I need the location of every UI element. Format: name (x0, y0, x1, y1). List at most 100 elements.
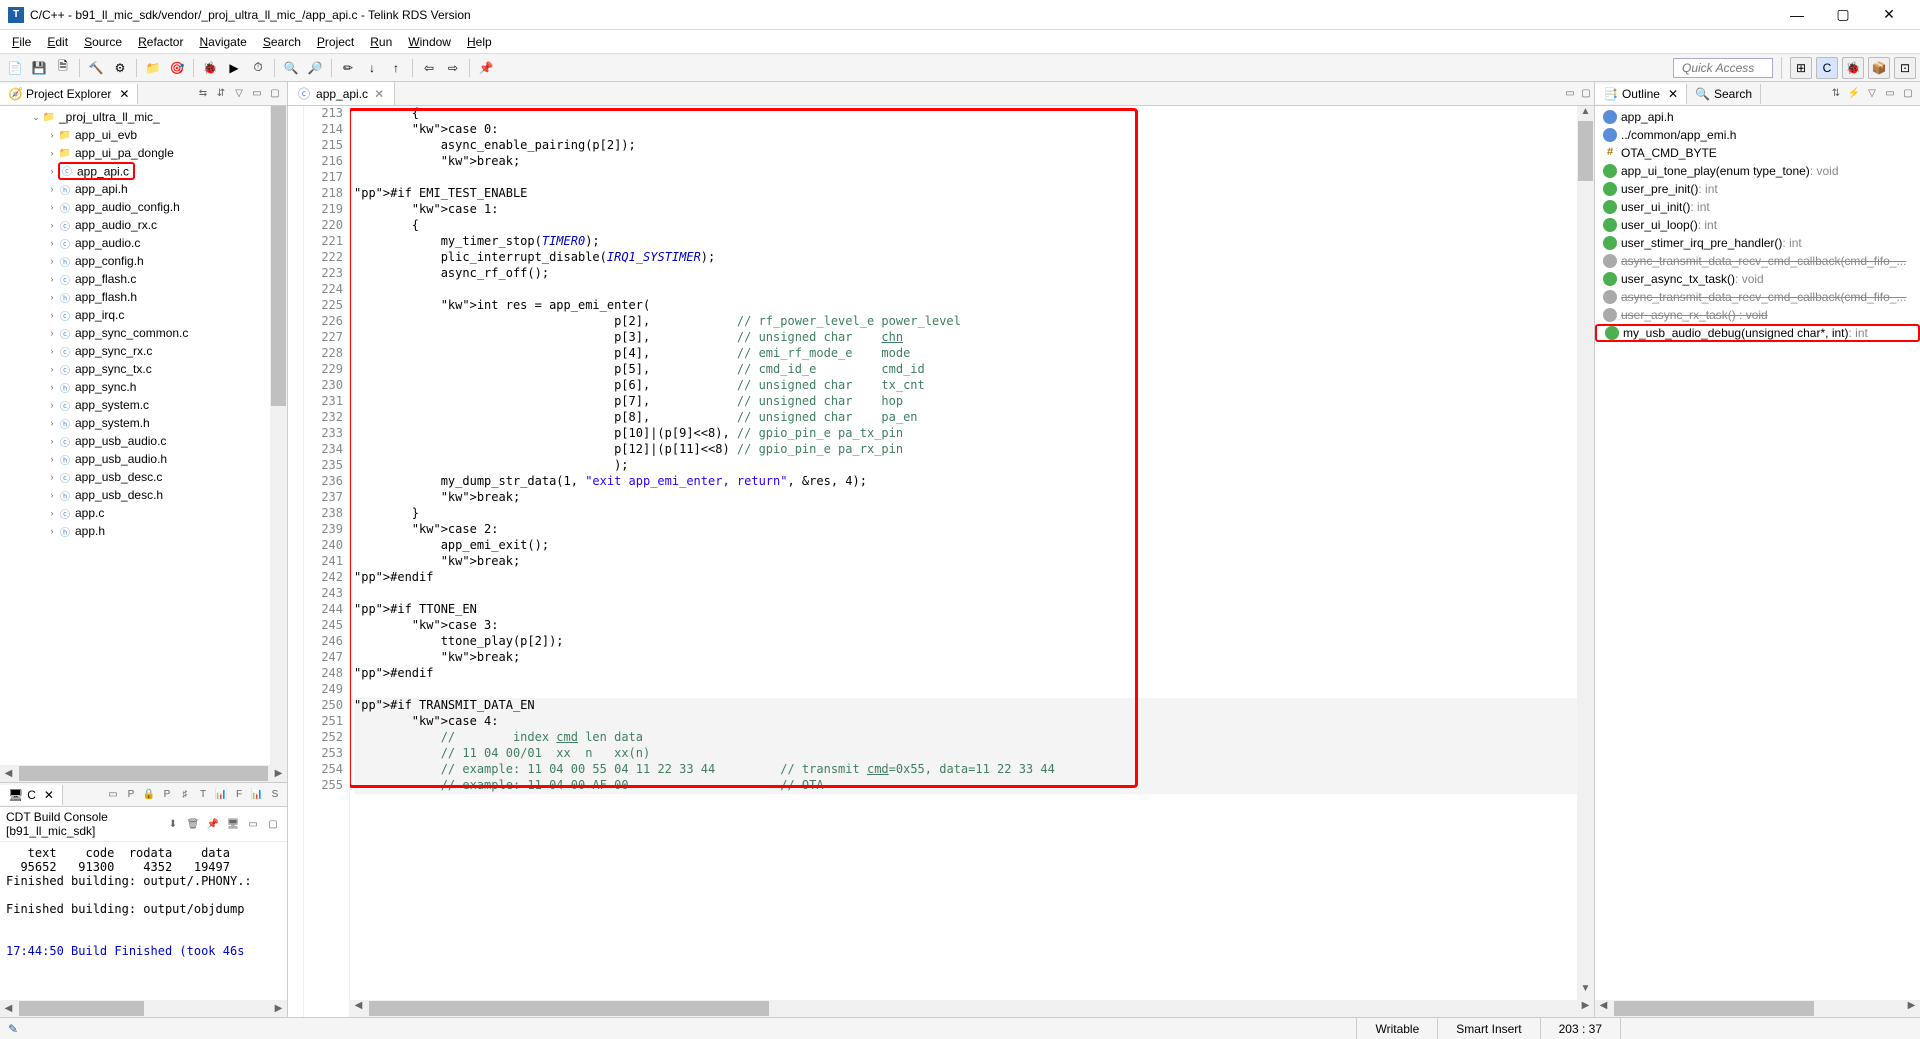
tree-node-app-ui-pa-dongle[interactable]: ›📁app_ui_pa_dongle (0, 144, 287, 162)
outline-scrollbar-horizontal[interactable]: ◀▶ (1595, 1000, 1920, 1017)
tree-node-app-api-c[interactable]: ›ⓒapp_api.c (0, 162, 287, 180)
console-pin-icon[interactable]: 📌 (205, 816, 221, 832)
folder-icon[interactable]: 📁 (142, 57, 164, 79)
console-tool-7[interactable]: 📊 (213, 787, 229, 803)
maximize-editor-icon[interactable]: ▢ (1578, 86, 1594, 102)
search-icon[interactable]: 🔎 (304, 57, 326, 79)
outline-item-my-usb-audio-debug-unsigned-char---int-[interactable]: my_usb_audio_debug(unsigned char*, int) … (1595, 324, 1920, 342)
close-icon[interactable]: ✕ (44, 788, 54, 802)
outline-tab[interactable]: 📑 Outline ✕ (1595, 84, 1687, 104)
tree-node-app-ui-evb[interactable]: ›📁app_ui_evb (0, 126, 287, 144)
outline-item-user-ui-init--[interactable]: user_ui_init() : int (1595, 198, 1920, 216)
close-icon[interactable]: ✕ (1668, 87, 1678, 101)
outline-item-app-api-h[interactable]: app_api.h (1595, 108, 1920, 126)
editor-scrollbar-vertical[interactable]: ▲ ▼ (1577, 106, 1594, 1017)
console-tab[interactable]: 🖥 C ✕ (0, 785, 63, 805)
tree-node-app-audio-rx-c[interactable]: ›ⓒapp_audio_rx.c (0, 216, 287, 234)
outline-item-user-async-tx-task--[interactable]: user_async_tx_task() : void (1595, 270, 1920, 288)
pin-icon[interactable]: 📌 (475, 57, 497, 79)
other-perspective-icon[interactable]: ⊡ (1894, 57, 1916, 79)
console-tool-10[interactable]: S (267, 787, 283, 803)
outline-item----common-app-emi-h[interactable]: ../common/app_emi.h (1595, 126, 1920, 144)
console-clear-icon[interactable]: 🗑 (185, 816, 201, 832)
minimize-button[interactable]: — (1774, 0, 1820, 30)
menu-run[interactable]: Run (362, 32, 400, 52)
minimize-editor-icon[interactable]: ▭ (1562, 86, 1578, 102)
console-tool-4[interactable]: P (159, 787, 175, 803)
build-icon[interactable]: 🔨 (85, 57, 107, 79)
outline-item-async-transmit-data-recv-cmd-callback-cm[interactable]: async_transmit_data_recv_cmd_callback(cm… (1595, 288, 1920, 306)
save-all-icon[interactable]: 🗎 (52, 57, 74, 79)
console-tool-6[interactable]: T (195, 787, 211, 803)
prev-annotation-icon[interactable]: ↑ (385, 57, 407, 79)
outline-list[interactable]: app_api.h../common/app_emi.h#OTA_CMD_BYT… (1595, 106, 1920, 1000)
profile-icon[interactable]: ⏱ (247, 57, 269, 79)
menu-edit[interactable]: Edit (39, 32, 76, 52)
tree-node-app-flash-c[interactable]: ›ⓒapp_flash.c (0, 270, 287, 288)
tree-scrollbar-vertical[interactable] (270, 106, 287, 765)
open-type-icon[interactable]: 🔍 (280, 57, 302, 79)
console-tool-8[interactable]: F (231, 787, 247, 803)
menu-source[interactable]: Source (76, 32, 130, 52)
back-icon[interactable]: ⇦ (418, 57, 440, 79)
outline-item-user-pre-init--[interactable]: user_pre_init() : int (1595, 180, 1920, 198)
target-icon[interactable]: 🎯 (166, 57, 188, 79)
console-tool-2[interactable]: P (123, 787, 139, 803)
close-icon[interactable]: ✕ (374, 87, 384, 101)
tree-node-app-sync-h[interactable]: ›ⓗapp_sync.h (0, 378, 287, 396)
tree-node-app-audio-config-h[interactable]: ›ⓗapp_audio_config.h (0, 198, 287, 216)
resource-perspective-icon[interactable]: 📦 (1868, 57, 1890, 79)
console-scrollbar-horizontal[interactable]: ◀▶ (0, 1000, 287, 1017)
minimize-view-icon[interactable]: ▭ (245, 816, 261, 832)
view-menu-icon[interactable]: ▽ (1864, 86, 1880, 102)
tree-node--proj-ultra-ll-mic-[interactable]: ⌄📁_proj_ultra_ll_mic_ (0, 108, 287, 126)
new-icon[interactable]: 📄 (4, 57, 26, 79)
code-editor[interactable]: 2132142152162172182192202212222232242252… (288, 106, 1594, 1017)
forward-icon[interactable]: ⇨ (442, 57, 464, 79)
console-display-icon[interactable]: 🖥 (225, 816, 241, 832)
sort-icon[interactable]: ⇅ (1828, 86, 1844, 102)
minimize-view-icon[interactable]: ▭ (1882, 86, 1898, 102)
tree-node-app-h[interactable]: ›ⓗapp.h (0, 522, 287, 540)
tree-node-app-usb-desc-h[interactable]: ›ⓗapp_usb_desc.h (0, 486, 287, 504)
menu-project[interactable]: Project (309, 32, 362, 52)
project-explorer-tab[interactable]: 🧭 Project Explorer ✕ (0, 84, 138, 104)
c-perspective-icon[interactable]: C (1816, 57, 1838, 79)
menu-help[interactable]: Help (459, 32, 500, 52)
view-menu-icon[interactable]: ▽ (231, 86, 247, 102)
filter-icon[interactable]: ⚡ (1846, 86, 1862, 102)
maximize-view-icon[interactable]: ▢ (267, 86, 283, 102)
menu-file[interactable]: File (4, 32, 39, 52)
tree-scrollbar-horizontal[interactable]: ◀▶ (0, 765, 287, 782)
link-editor-icon[interactable]: ⇵ (213, 86, 229, 102)
tree-node-app-usb-desc-c[interactable]: ›ⓒapp_usb_desc.c (0, 468, 287, 486)
run-icon[interactable]: ▶ (223, 57, 245, 79)
close-button[interactable]: ✕ (1866, 0, 1912, 30)
tree-node-app-api-h[interactable]: ›ⓗapp_api.h (0, 180, 287, 198)
console-tool-5[interactable]: ♯ (177, 787, 193, 803)
menu-window[interactable]: Window (400, 32, 459, 52)
next-annotation-icon[interactable]: ↓ (361, 57, 383, 79)
tree-node-app-flash-h[interactable]: ›ⓗapp_flash.h (0, 288, 287, 306)
tree-node-app-config-h[interactable]: ›ⓗapp_config.h (0, 252, 287, 270)
tree-node-app-sync-common-c[interactable]: ›ⓒapp_sync_common.c (0, 324, 287, 342)
build-all-icon[interactable]: ⚙ (109, 57, 131, 79)
tree-node-app-usb-audio-h[interactable]: ›ⓗapp_usb_audio.h (0, 450, 287, 468)
debug-perspective-icon[interactable]: 🐞 (1842, 57, 1864, 79)
toggle-mark-icon[interactable]: ✏ (337, 57, 359, 79)
open-perspective-icon[interactable]: ⊞ (1790, 57, 1812, 79)
debug-icon[interactable]: 🐞 (199, 57, 221, 79)
tree-node-app-sync-tx-c[interactable]: ›ⓒapp_sync_tx.c (0, 360, 287, 378)
tree-node-app-audio-c[interactable]: ›ⓒapp_audio.c (0, 234, 287, 252)
maximize-button[interactable]: ▢ (1820, 0, 1866, 30)
outline-item-async-transmit-data-recv-cmd-callback-cm[interactable]: async_transmit_data_recv_cmd_callback(cm… (1595, 252, 1920, 270)
menu-search[interactable]: Search (255, 32, 309, 52)
collapse-all-icon[interactable]: ⇆ (195, 86, 211, 102)
editor-scrollbar-horizontal[interactable]: ◀▶ (350, 1000, 1594, 1017)
tree-node-app-system-c[interactable]: ›ⓒapp_system.c (0, 396, 287, 414)
menu-refactor[interactable]: Refactor (130, 32, 191, 52)
tree-node-app-sync-rx-c[interactable]: ›ⓒapp_sync_rx.c (0, 342, 287, 360)
tree-node-app-c[interactable]: ›ⓒapp.c (0, 504, 287, 522)
outline-item-ota-cmd-byte[interactable]: #OTA_CMD_BYTE (1595, 144, 1920, 162)
outline-item-user-stimer-irq-pre-handler--[interactable]: user_stimer_irq_pre_handler() : int (1595, 234, 1920, 252)
